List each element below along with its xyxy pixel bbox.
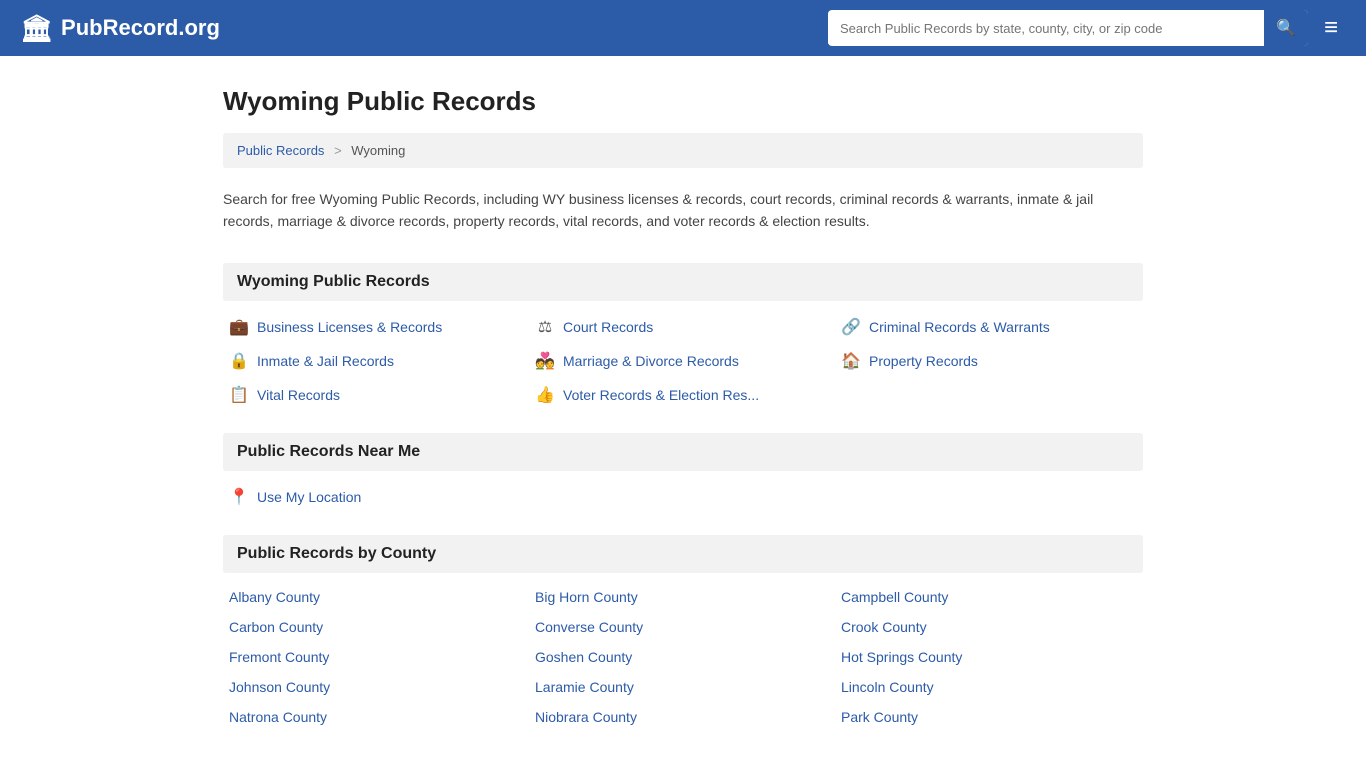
page-title: Wyoming Public Records	[223, 86, 1143, 117]
list-item[interactable]: Niobrara County	[535, 709, 831, 725]
counties-section: Public Records by County Albany County Bi…	[223, 535, 1143, 725]
location-label: Use My Location	[257, 489, 361, 505]
record-icon: 📋	[229, 385, 249, 405]
site-header: 🏛 PubRecord.org 🔍 ≡	[0, 0, 1366, 56]
logo-icon: 🏛	[20, 13, 53, 44]
list-item[interactable]: Johnson County	[229, 679, 525, 695]
breadcrumb-separator: >	[334, 143, 342, 158]
list-item[interactable]: 💼 Business Licenses & Records	[229, 317, 525, 337]
list-item[interactable]: 🔒 Inmate & Jail Records	[229, 351, 525, 371]
record-label: Criminal Records & Warrants	[869, 319, 1050, 335]
list-item[interactable]: Park County	[841, 709, 1137, 725]
menu-button[interactable]: ≡	[1316, 10, 1346, 46]
breadcrumb-home[interactable]: Public Records	[237, 143, 324, 158]
list-item[interactable]: Carbon County	[229, 619, 525, 635]
page-description: Search for free Wyoming Public Records, …	[223, 188, 1143, 233]
list-item[interactable]: Lincoln County	[841, 679, 1137, 695]
near-me-section-header: Public Records Near Me	[223, 433, 1143, 471]
record-icon: 👍	[535, 385, 555, 405]
list-item[interactable]: Laramie County	[535, 679, 831, 695]
near-me-section: Public Records Near Me 📍 Use My Location	[223, 433, 1143, 507]
record-label: Court Records	[563, 319, 653, 335]
county-grid: Albany County Big Horn County Campbell Cou…	[223, 589, 1143, 725]
list-item[interactable]: Goshen County	[535, 649, 831, 665]
records-section-header: Wyoming Public Records	[223, 263, 1143, 301]
location-icon: 📍	[229, 487, 249, 507]
list-item[interactable]: 🔗 Criminal Records & Warrants	[841, 317, 1137, 337]
list-item[interactable]: Converse County	[535, 619, 831, 635]
list-item[interactable]: 👍 Voter Records & Election Res...	[535, 385, 831, 405]
main-content: Wyoming Public Records Public Records > …	[203, 56, 1163, 783]
breadcrumb: Public Records > Wyoming	[223, 133, 1143, 168]
search-bar: 🔍	[828, 10, 1308, 46]
logo-text: PubRecord.org	[61, 15, 220, 41]
hamburger-icon: ≡	[1324, 14, 1338, 41]
header-right: 🔍 ≡	[828, 10, 1346, 46]
list-item[interactable]: ⚖ Court Records	[535, 317, 831, 337]
record-label: Inmate & Jail Records	[257, 353, 394, 369]
list-item[interactable]: Albany County	[229, 589, 525, 605]
record-icon: 💑	[535, 351, 555, 371]
use-my-location[interactable]: 📍 Use My Location	[223, 487, 1143, 507]
list-item[interactable]: Big Horn County	[535, 589, 831, 605]
list-item[interactable]: Crook County	[841, 619, 1137, 635]
records-grid: 💼 Business Licenses & Records ⚖ Court Recor…	[223, 317, 1143, 405]
search-input[interactable]	[828, 13, 1264, 44]
record-icon: 🔒	[229, 351, 249, 371]
counties-section-header: Public Records by County	[223, 535, 1143, 573]
list-item[interactable]: Hot Springs County	[841, 649, 1137, 665]
record-label: Marriage & Divorce Records	[563, 353, 739, 369]
record-label: Voter Records & Election Res...	[563, 387, 759, 403]
list-item[interactable]: Fremont County	[229, 649, 525, 665]
list-item[interactable]: Campbell County	[841, 589, 1137, 605]
record-icon: 🔗	[841, 317, 861, 337]
list-item[interactable]: 💑 Marriage & Divorce Records	[535, 351, 831, 371]
record-label: Vital Records	[257, 387, 340, 403]
record-icon: 🏠	[841, 351, 861, 371]
search-button[interactable]: 🔍	[1264, 10, 1308, 46]
record-label: Property Records	[869, 353, 978, 369]
breadcrumb-current: Wyoming	[351, 143, 405, 158]
record-icon: ⚖	[535, 317, 555, 337]
list-item[interactable]: 📋 Vital Records	[229, 385, 525, 405]
records-section: Wyoming Public Records 💼 Business License…	[223, 263, 1143, 405]
record-label: Business Licenses & Records	[257, 319, 442, 335]
record-icon: 💼	[229, 317, 249, 337]
site-logo[interactable]: 🏛 PubRecord.org	[20, 13, 220, 44]
search-icon: 🔍	[1276, 20, 1296, 37]
list-item[interactable]: Natrona County	[229, 709, 525, 725]
list-item[interactable]: 🏠 Property Records	[841, 351, 1137, 371]
